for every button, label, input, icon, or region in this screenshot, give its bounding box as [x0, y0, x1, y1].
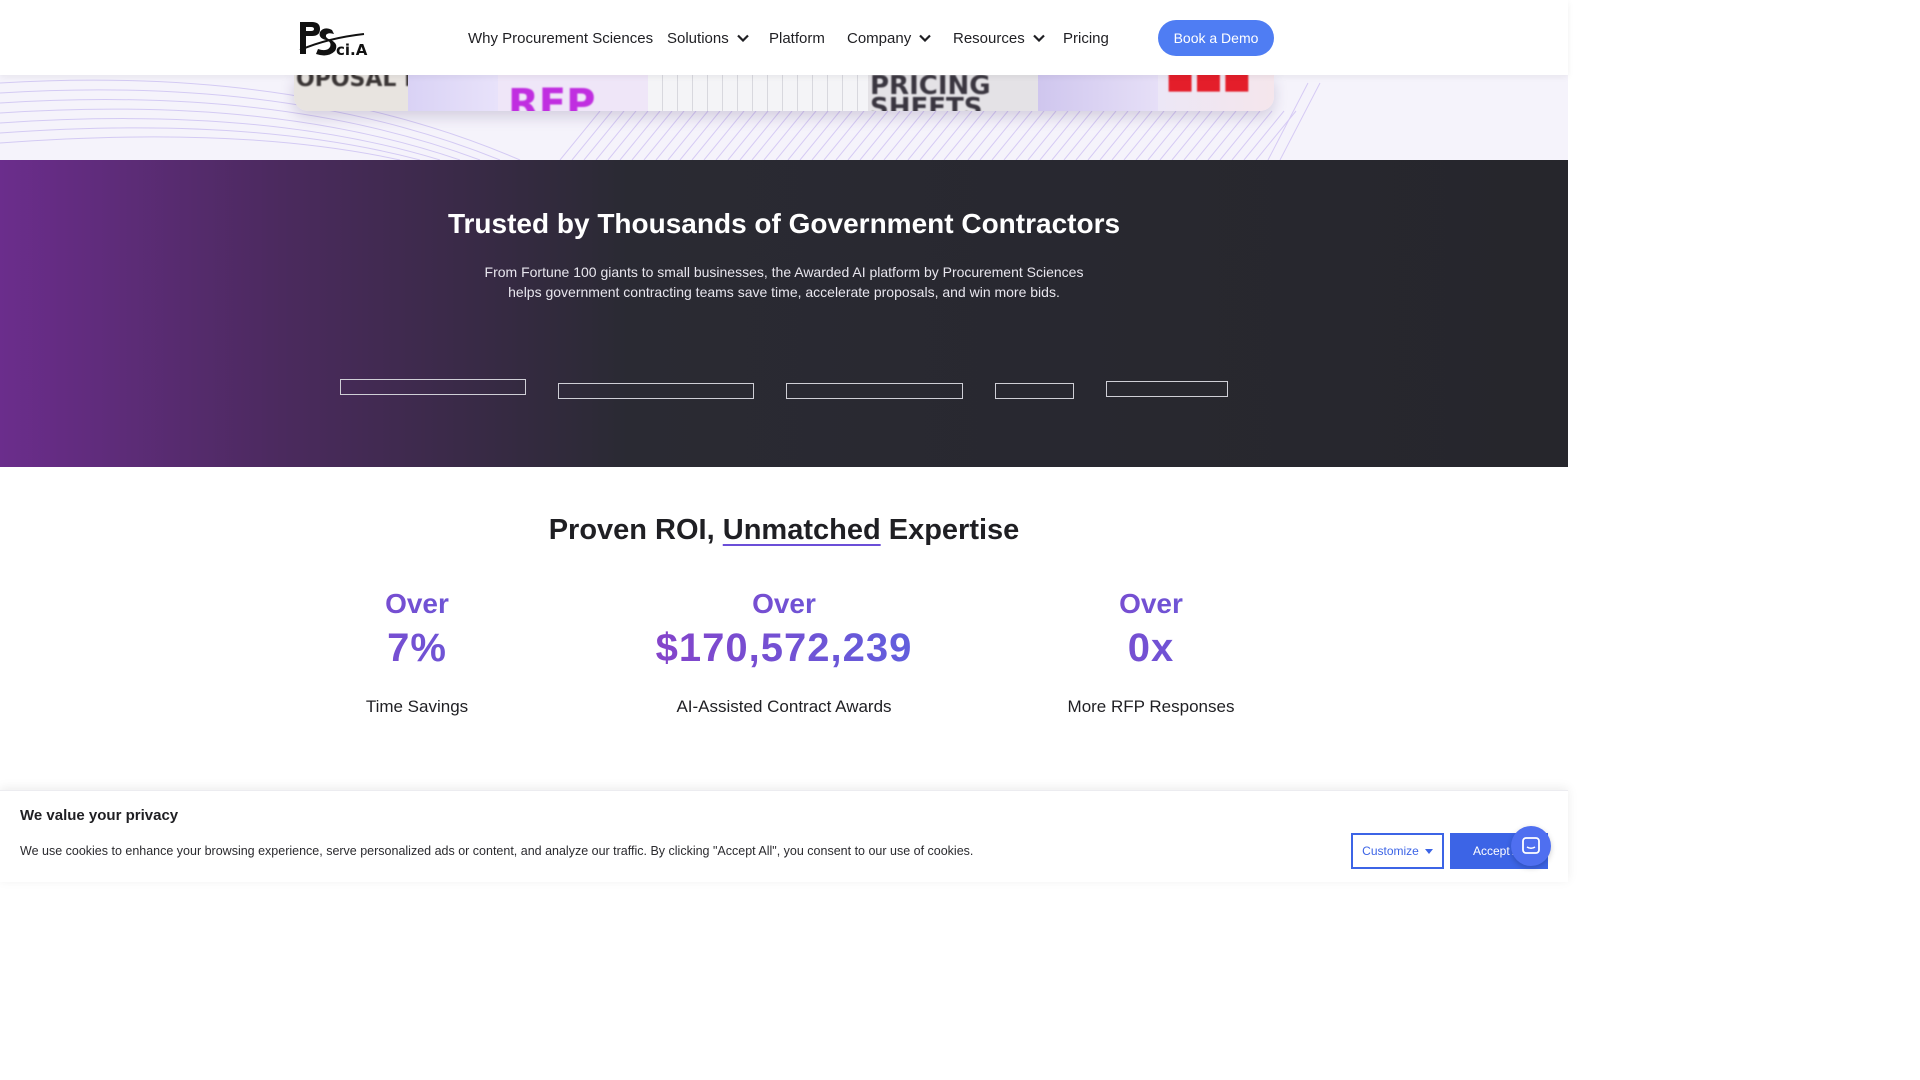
client-logo-placeholder: [558, 383, 754, 399]
collage-tile: [408, 75, 498, 111]
nav-label: Why Procurement Sciences: [468, 29, 654, 47]
trusted-description: From Fortune 100 giants to small busines…: [484, 264, 1084, 300]
client-logo-placeholder: [786, 383, 963, 399]
customize-label: Customize: [1362, 844, 1419, 858]
roi-title-underlined: Unmatched: [722, 514, 881, 546]
roi-title-suffix: Expertise: [888, 514, 1020, 546]
stat-value: 0x: [981, 623, 1321, 673]
trusted-section: Trusted by Thousands of Government Contr…: [0, 160, 1568, 467]
cookie-banner: We value your privacy We use cookies to …: [0, 790, 1568, 882]
stat-time-savings: Over 7% Time Savings: [247, 588, 587, 717]
hero-strip: OPOSAL FATIGUE RFP PRICING SHEETS ■■■: [0, 75, 1568, 160]
cookie-text: We use cookies to enhance your browsing …: [20, 844, 974, 858]
nav-label: Pricing: [1063, 29, 1109, 47]
collage-tile-text: RFP: [508, 81, 596, 111]
nav-company[interactable]: Company: [847, 30, 931, 47]
chat-bubble-icon: [1522, 837, 1540, 854]
nav-why-procurement-sciences[interactable]: Why Procurement Sciences: [468, 30, 653, 47]
book-demo-button[interactable]: Book a Demo: [1158, 20, 1274, 56]
stat-label: Time Savings: [365, 697, 469, 716]
nav-platform[interactable]: Platform: [769, 30, 825, 47]
collage-tile: ■■■: [1158, 75, 1274, 111]
collage-tile: [648, 75, 868, 111]
nav-label: Solutions: [667, 29, 729, 47]
nav-solutions[interactable]: Solutions: [667, 30, 749, 47]
site-header: ci.AI Why Procurement Sciences Solutions…: [0, 0, 1568, 75]
stat-label: More RFP Responses: [1067, 697, 1235, 716]
cookie-title: We value your privacy: [20, 807, 179, 824]
client-logo-placeholder: [1106, 381, 1228, 397]
ps-ai-logo[interactable]: ci.AI: [298, 20, 368, 58]
collage-tile: OPOSAL FATIGUE: [294, 75, 408, 111]
trusted-title: Trusted by Thousands of Government Contr…: [447, 208, 1121, 239]
stat-contract-awards: Over $170,572,239 AI-Assisted Contract A…: [614, 588, 954, 717]
customize-button[interactable]: Customize: [1351, 833, 1444, 869]
client-logo-placeholder: [340, 379, 526, 395]
stat-prefix: Over: [981, 588, 1321, 620]
nav-label: Resources: [953, 29, 1025, 47]
nav-pricing[interactable]: Pricing: [1063, 30, 1109, 47]
stat-prefix: Over: [247, 588, 587, 620]
caret-down-icon: [1424, 848, 1433, 854]
collage-tile-mark: ■■■: [1166, 75, 1252, 96]
collage-tile: PRICING SHEETS: [868, 75, 1038, 111]
nav-label: Company: [847, 29, 912, 47]
chat-launcher-button[interactable]: [1511, 826, 1551, 866]
nav-resources[interactable]: Resources: [953, 30, 1045, 47]
stat-value: 7%: [247, 623, 587, 673]
stat-prefix: Over: [614, 588, 954, 620]
chevron-down-icon: [1032, 34, 1045, 42]
collage-tile: [1038, 75, 1158, 111]
collage-tile-text: PRICING SHEETS: [870, 75, 991, 111]
chevron-down-icon: [919, 34, 931, 42]
client-logo-placeholder: [995, 383, 1074, 399]
logo-mark: ci.AI: [299, 22, 368, 58]
hero-image-collage: OPOSAL FATIGUE RFP PRICING SHEETS ■■■: [294, 75, 1274, 111]
collage-tile-text: OPOSAL FATIGUE: [296, 75, 408, 92]
stat-label: AI-Assisted Contract Awards: [676, 697, 892, 716]
logo-text-ai: ci.AI: [336, 41, 368, 58]
stat-rfp-responses: Over 0x More RFP Responses: [981, 588, 1321, 717]
roi-title-prefix: Proven ROI,: [548, 514, 715, 546]
chevron-down-icon: [736, 34, 749, 42]
stat-value: $170,572,239: [614, 623, 954, 673]
nav-label: Platform: [769, 29, 825, 47]
roi-title: Proven ROI, Unmatched Expertise: [0, 514, 1568, 547]
collage-tile: RFP: [498, 75, 648, 111]
